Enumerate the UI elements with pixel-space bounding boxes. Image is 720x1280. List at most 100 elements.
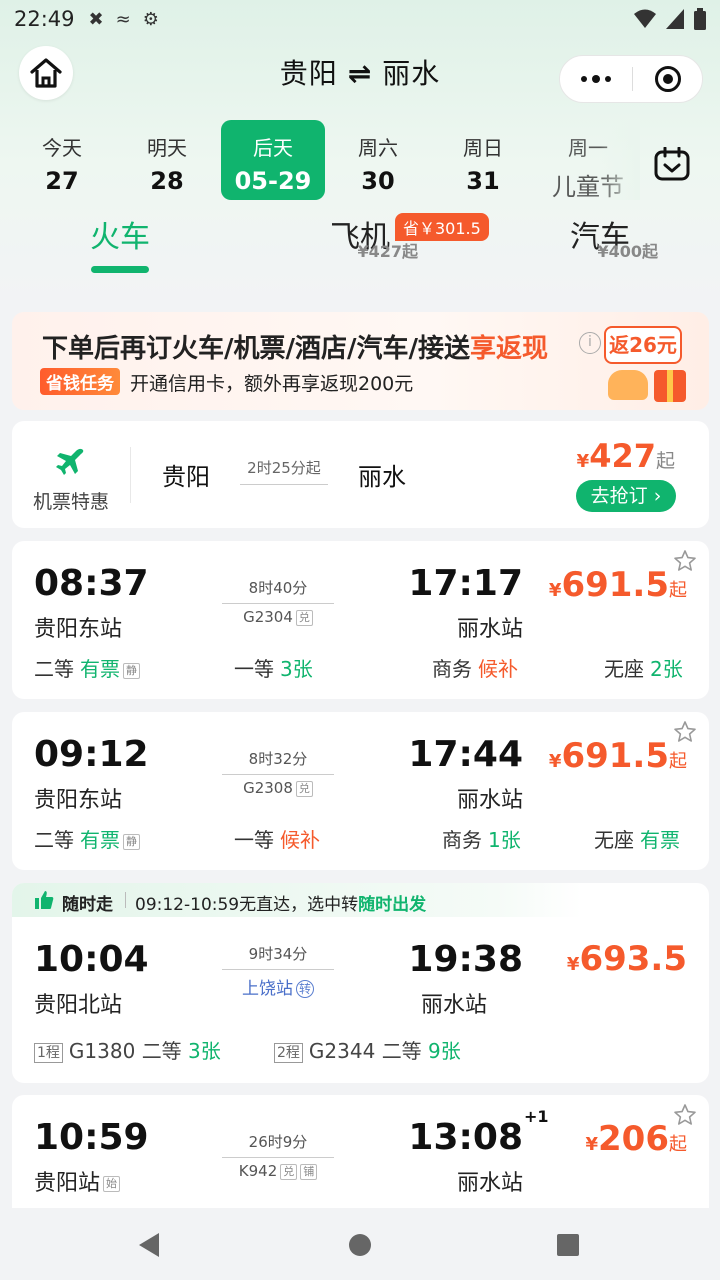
wifi-icon bbox=[634, 9, 656, 28]
transfer-banner-text: 09:12-10:59无直达，选中转随时出发 bbox=[135, 890, 426, 915]
signal-icon bbox=[666, 9, 684, 29]
date-fade-overlay bbox=[600, 120, 640, 200]
price-suffix: 起 bbox=[655, 450, 675, 472]
seat-status: 1张 bbox=[488, 828, 521, 852]
recents-button[interactable] bbox=[553, 1230, 583, 1260]
status-time: 22:49 bbox=[14, 7, 75, 31]
info-icon[interactable]: i bbox=[579, 332, 601, 354]
home-nav-button[interactable] bbox=[345, 1230, 375, 1260]
arrival-station: 丽水站 bbox=[456, 617, 523, 642]
currency-symbol: ¥ bbox=[566, 954, 580, 975]
seat-no-seat: 无座 有票 bbox=[594, 824, 680, 853]
seat-status: 候补 bbox=[478, 657, 518, 681]
train-card[interactable]: 10:59 贵阳站始 26时9分 K942 兑铺 13:08 +1 丽水站 ¥20… bbox=[12, 1095, 709, 1208]
origin-tag: 始 bbox=[103, 1176, 121, 1192]
arrival-station: 丽水站 bbox=[420, 993, 487, 1018]
date-weekday: 今天 bbox=[42, 136, 82, 160]
flight-price: ¥427起 bbox=[577, 437, 675, 475]
date-day: 30 bbox=[361, 167, 395, 195]
back-button[interactable] bbox=[134, 1230, 164, 1260]
settings-icon: ⚙ bbox=[142, 8, 159, 30]
mini-program-capsule bbox=[559, 55, 703, 103]
duration-block: 26时9分 K942 兑铺 bbox=[222, 1131, 334, 1180]
duration-line bbox=[240, 484, 328, 485]
seat-status: 候补 bbox=[280, 828, 320, 852]
date-item-tomorrow[interactable]: 明天 28 bbox=[115, 120, 219, 200]
transfer-banner-info: 09:12-10:59无直达，选中转 bbox=[135, 895, 359, 915]
cashback-promo-banner[interactable]: 下单后再订火车/机票/酒店/汽车/接送享返现 i 省钱任务 开通信用卡，额外再享… bbox=[12, 312, 709, 410]
quiet-tag: 静 bbox=[123, 662, 140, 679]
more-button[interactable] bbox=[560, 56, 632, 102]
flight-save-badge: 省￥301.5 bbox=[395, 213, 489, 241]
departure-time: 09:12 bbox=[34, 734, 149, 775]
duration: 26时9分 bbox=[248, 1133, 308, 1151]
day-offset: +1 bbox=[524, 1107, 549, 1126]
leg-class: 二等 bbox=[141, 1039, 182, 1063]
price-suffix: 起 bbox=[669, 1134, 687, 1155]
destination-city: 丽水 bbox=[382, 57, 441, 90]
train-price: ¥691.5起 bbox=[549, 736, 687, 776]
seat-availability: 二等 有票静 一等 3张 商务 候补 无座 2张 bbox=[34, 653, 689, 681]
tab-price: ¥427起 bbox=[357, 242, 418, 261]
arrival-time: 17:17 bbox=[408, 563, 523, 604]
departure-station-row: 贵阳站始 bbox=[34, 1165, 121, 1197]
leg-count: 9张 bbox=[428, 1039, 461, 1063]
tab-price: ¥400起 bbox=[597, 242, 658, 261]
price-value: 427 bbox=[589, 437, 656, 475]
status-right bbox=[634, 8, 706, 30]
train-number-row: G2308 兑 bbox=[222, 779, 334, 797]
seat-status: 有票 bbox=[80, 828, 120, 852]
departure-time: 10:04 bbox=[34, 939, 149, 980]
transfer-station-row: 上饶站转 bbox=[222, 974, 334, 999]
train-card[interactable]: 09:12 贵阳东站 8时32分 G2308 兑 17:44 丽水站 ¥691.5… bbox=[12, 712, 709, 870]
promo-headline-highlight: 享返现 bbox=[470, 334, 549, 364]
seat-class: 一等 bbox=[234, 657, 274, 681]
date-item-today[interactable]: 今天 27 bbox=[10, 120, 114, 200]
battery-icon bbox=[694, 8, 706, 30]
seat-class: 二等 bbox=[34, 828, 74, 852]
seat-class: 无座 bbox=[594, 828, 634, 852]
train-card[interactable]: 08:37 贵阳东站 8时40分 G2304 兑 17:17 丽水站 ¥691.5… bbox=[12, 541, 709, 699]
leg-count: 3张 bbox=[188, 1039, 221, 1063]
quiet-tag: 静 bbox=[123, 833, 140, 850]
date-item-selected[interactable]: 后天 05-29 bbox=[221, 120, 325, 200]
seat-status: 2张 bbox=[650, 657, 683, 681]
horse-icon bbox=[608, 370, 648, 400]
flight-deal-card[interactable]: 机票特惠 贵阳 2时25分起 丽水 ¥427起 去抢订 › bbox=[12, 421, 709, 528]
transfer-card[interactable]: 随时走 09:12-10:59无直达，选中转随时出发 10:04 贵阳北站 9时… bbox=[12, 883, 709, 1083]
gift-box-icon bbox=[654, 370, 686, 402]
swap-icon[interactable]: ⇌ bbox=[348, 57, 372, 90]
date-day: 27 bbox=[45, 167, 79, 195]
leg-train: G1380 bbox=[68, 1039, 136, 1063]
leg-train: G2344 bbox=[308, 1039, 376, 1063]
train-price: ¥206起 bbox=[585, 1119, 687, 1159]
close-program-button[interactable] bbox=[633, 56, 702, 102]
date-item-sunday[interactable]: 周日 31 bbox=[431, 120, 535, 200]
duration: 9时34分 bbox=[248, 945, 308, 963]
date-item-saturday[interactable]: 周六 30 bbox=[326, 120, 430, 200]
favorite-star-icon[interactable] bbox=[673, 720, 697, 744]
favorite-star-icon[interactable] bbox=[673, 1103, 697, 1127]
seat-first-class: 一等 候补 bbox=[234, 824, 320, 853]
arrival-station: 丽水站 bbox=[456, 788, 523, 813]
duration-line bbox=[222, 1157, 334, 1158]
system-nav-bar bbox=[0, 1208, 720, 1280]
favorite-star-icon[interactable] bbox=[673, 549, 697, 573]
promo-subtitle: 开通信用卡，额外再享返现200元 bbox=[130, 373, 414, 395]
plane-icon bbox=[56, 448, 84, 475]
seat-class: 无座 bbox=[604, 657, 644, 681]
price-value: 691.5 bbox=[561, 736, 669, 776]
transfer-banner: 随时走 09:12-10:59无直达，选中转随时出发 bbox=[12, 883, 582, 917]
calendar-button[interactable] bbox=[648, 140, 696, 188]
book-flight-button[interactable]: 去抢订 › bbox=[576, 480, 676, 512]
departure-station: 贵阳站 bbox=[34, 1171, 101, 1196]
transfer-banner-title: 随时走 bbox=[62, 895, 113, 915]
divider bbox=[130, 447, 131, 503]
sleeper-tag: 铺 bbox=[300, 1163, 318, 1180]
leg-class: 二等 bbox=[381, 1039, 422, 1063]
exchange-tag: 兑 bbox=[295, 780, 313, 797]
tab-bus[interactable]: 汽车 ¥400起 bbox=[520, 212, 680, 261]
currency-symbol: ¥ bbox=[548, 580, 562, 601]
departure-time: 10:59 bbox=[34, 1117, 149, 1158]
tab-train[interactable]: 火车 bbox=[40, 212, 200, 273]
